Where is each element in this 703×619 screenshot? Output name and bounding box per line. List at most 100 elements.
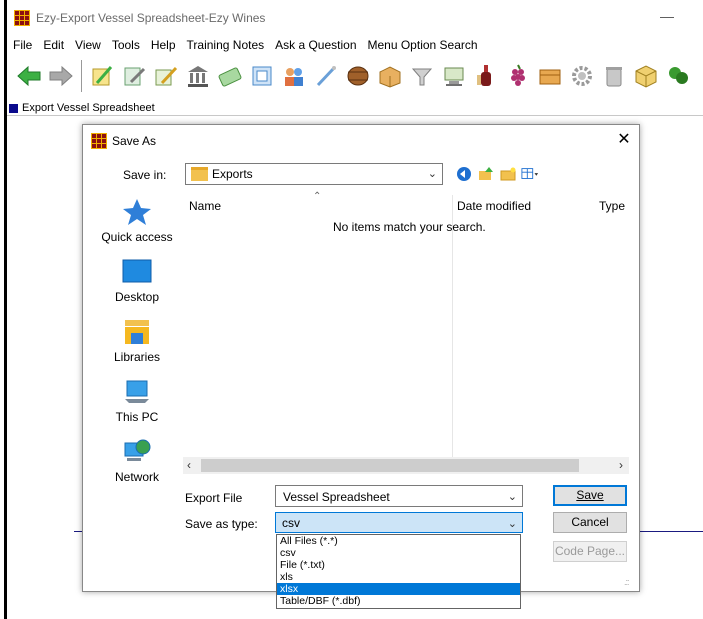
place-quick-access[interactable]: Quick access [92,197,182,244]
type-option-xls[interactable]: xls [277,571,520,583]
type-option-csv[interactable]: csv [277,547,520,559]
this-pc-icon [121,377,153,407]
pencil-icon[interactable] [312,62,340,90]
vine-icon[interactable] [664,62,692,90]
funnel-icon[interactable] [408,62,436,90]
save-as-type-label: Save as type: [185,517,258,531]
horizontal-scrollbar[interactable]: ‹ › [183,457,629,474]
dialog-title: Save As [112,134,157,148]
save-as-type-dropdown-list: All Files (*.*) csv File (*.txt) xls xls… [276,534,521,609]
place-desktop[interactable]: Desktop [92,257,182,304]
export-file-value: Vessel Spreadsheet [283,490,390,504]
computer-icon[interactable] [440,62,468,90]
quick-access-star-icon [121,197,153,227]
back-icon[interactable] [455,165,473,183]
cancel-button[interactable]: Cancel [553,512,627,533]
bottle-icon[interactable] [472,62,500,90]
gear-icon[interactable] [568,62,596,90]
file-list[interactable]: ⌃ Name Date modified Type No items match… [183,191,629,474]
place-network[interactable]: Network [92,437,182,484]
bank-icon[interactable] [184,62,212,90]
child-window-caption: Export Vessel Spreadsheet [7,101,703,116]
users-icon[interactable] [280,62,308,90]
notes-icon[interactable] [120,62,148,90]
window-title: Ezy-Export Vessel Spreadsheet-Ezy Wines [36,11,266,25]
resize-grip-icon[interactable]: .:: [624,577,629,587]
child-window-title: Export Vessel Spreadsheet [22,102,155,114]
place-this-pc[interactable]: This PC [92,377,182,424]
save-in-label: Save in: [123,168,167,182]
save-as-type-combobox[interactable]: csv ⌄ [275,512,523,533]
bin-icon[interactable] [600,62,628,90]
export-file-label: Export File [185,491,243,505]
scroll-right-icon[interactable]: › [619,458,623,472]
sort-chevron-up-icon: ⌃ [313,191,322,202]
app-logo-icon [14,10,30,26]
folder-icon [191,167,208,181]
menu-ask-a-question[interactable]: Ask a Question [269,36,361,54]
minimize-button[interactable]: — [660,8,674,24]
save-in-value: Exports [212,167,253,181]
type-option-txt[interactable]: File (*.txt) [277,559,520,571]
grapes-icon[interactable] [504,62,532,90]
app-titlebar: Ezy-Export Vessel Spreadsheet-Ezy Wines … [7,0,703,34]
type-option-all-files[interactable]: All Files (*.*) [277,535,520,547]
menu-file[interactable]: File [7,36,37,54]
close-icon[interactable]: ✕ [613,129,635,151]
background-form-line [640,531,703,532]
document-icon[interactable] [248,62,276,90]
place-label: Network [114,470,159,484]
menu-edit[interactable]: Edit [37,36,69,54]
new-folder-icon[interactable] [499,165,517,183]
box-edit-icon[interactable] [376,62,404,90]
column-divider [452,195,453,457]
column-header-type[interactable]: Type [599,199,625,213]
place-label: Desktop [114,290,160,304]
navigation-buttons [455,165,539,183]
place-libraries[interactable]: Libraries [92,317,182,364]
menu-help[interactable]: Help [145,36,181,54]
type-option-xlsx[interactable]: xlsx [277,583,520,595]
places-bar: Quick access Desktop Libraries This PC N… [92,195,182,505]
column-header-name[interactable]: Name [189,199,221,213]
menu-tools[interactable]: Tools [106,36,145,54]
chevron-down-icon[interactable]: ⌄ [508,490,517,503]
chevron-down-icon[interactable]: ⌄ [508,517,517,530]
money-icon[interactable] [216,62,244,90]
save-in-dropdown[interactable]: Exports ⌄ [185,163,443,185]
libraries-icon [121,317,153,347]
edit-note-icon[interactable] [88,62,116,90]
toolbar [7,55,703,97]
code-page-button[interactable]: Code Page... [553,541,627,562]
place-label: This PC [115,410,159,424]
menu-view[interactable]: View [69,36,106,54]
scrollbar-thumb[interactable] [201,459,579,472]
type-option-dbf[interactable]: Table/DBF (*.dbf) [277,595,520,607]
menu-option-search[interactable]: Menu Option Search [362,36,483,54]
export-file-combobox[interactable]: Vessel Spreadsheet ⌄ [275,485,523,507]
scroll-left-icon[interactable]: ‹ [187,458,191,472]
menu-training-notes[interactable]: Training Notes [181,36,270,54]
crate-icon[interactable] [536,62,564,90]
view-menu-icon[interactable] [521,165,539,183]
forward-arrow-icon[interactable] [47,62,75,90]
network-icon [121,437,153,467]
child-window-icon [9,104,18,113]
save-as-dialog: Save As ✕ Save in: Exports ⌄ Quick acces… [82,124,640,592]
barrel-icon[interactable] [344,62,372,90]
empty-list-message: No items match your search. [333,220,486,234]
menu-bar: File Edit View Tools Help Training Notes… [7,36,483,54]
place-label: Quick access [101,230,173,244]
up-folder-icon[interactable] [477,165,495,183]
column-header-date-modified[interactable]: Date modified [457,199,531,213]
chevron-down-icon: ⌄ [427,168,437,180]
dialog-app-icon [91,133,107,149]
back-arrow-icon[interactable] [15,62,43,90]
save-button[interactable]: Save [553,485,627,506]
desktop-icon [121,257,153,287]
notes-edit-icon[interactable] [152,62,180,90]
save-button-label: Save [576,488,604,502]
save-as-type-value: csv [282,516,300,530]
package-icon[interactable] [632,62,660,90]
place-label: Libraries [113,350,161,364]
